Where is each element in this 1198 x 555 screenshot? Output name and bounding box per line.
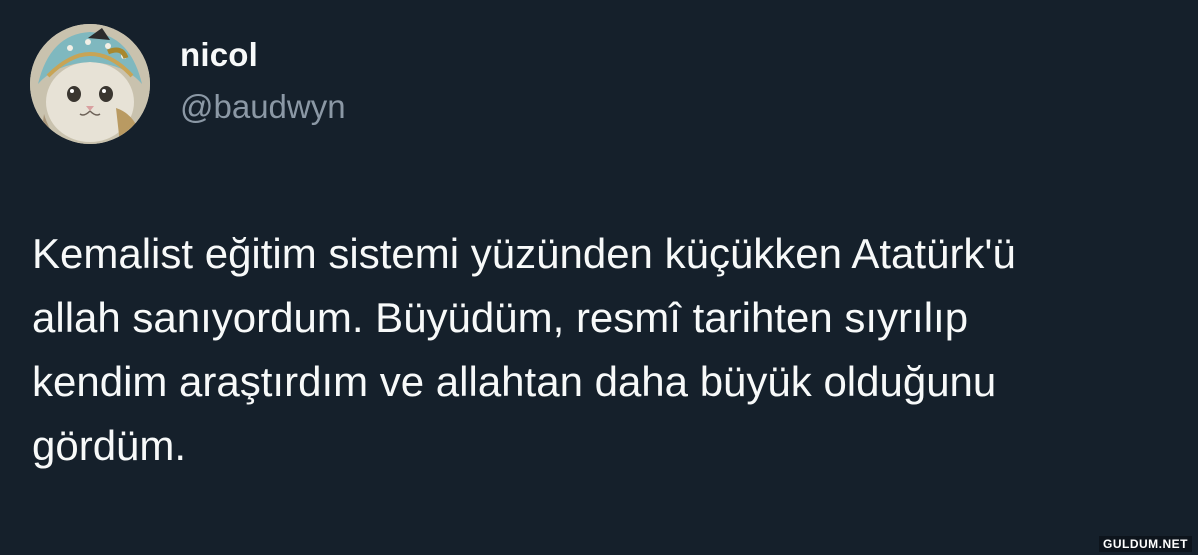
tweet-text: Kemalist eğitim sistemi yüzünden küçükke… — [32, 222, 1162, 478]
site-watermark: GULDUM.NET — [1099, 536, 1192, 552]
author-avatar[interactable] — [30, 24, 150, 144]
tweet-text-line: Kemalist eğitim sistemi yüzünden küçükke… — [32, 230, 1016, 277]
tweet-card: nicol @baudwyn Kemalist eğitim sistemi y… — [0, 0, 1198, 555]
tweet-text-line: allah sanıyordum. Büyüdüm, resmî tarihte… — [32, 294, 969, 341]
tweet-text-line: kendim araştırdım ve allahtan daha büyük… — [32, 358, 997, 405]
tweet-text-line: gördüm. — [32, 422, 187, 469]
cat-avatar-icon — [30, 24, 150, 144]
author-handle[interactable]: @baudwyn — [180, 88, 346, 126]
author-display-name[interactable]: nicol — [180, 36, 258, 74]
